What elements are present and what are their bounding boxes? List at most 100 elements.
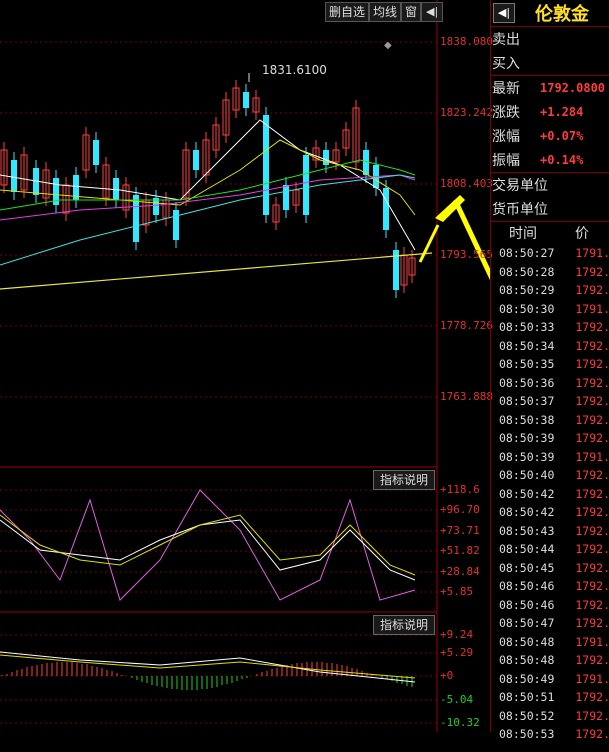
tick-row: 08:50:49 1791. bbox=[491, 670, 609, 689]
collapse-panel-icon[interactable]: ◀| bbox=[421, 2, 444, 22]
quote-value: +0.07% bbox=[540, 129, 584, 143]
indicator2-axis-label: -5.04 bbox=[440, 693, 474, 706]
remove-watchlist-button[interactable]: 删自选 bbox=[325, 2, 370, 22]
annotation-arrow-small bbox=[418, 224, 440, 263]
tick-price: 1792. bbox=[575, 708, 609, 723]
tick-time: 08:50:48 bbox=[499, 653, 555, 668]
tick-row: 08:50:43 1792. bbox=[491, 522, 609, 541]
indicator-help-button[interactable]: 指标说明 bbox=[373, 470, 435, 490]
tick-price: 1792. bbox=[575, 690, 609, 705]
collapse-quote-icon[interactable]: ◀| bbox=[493, 3, 515, 23]
tick-list[interactable]: 08:50:27 1791. 08:50:28 1792. 08:50:29 1792. 0… bbox=[491, 244, 609, 752]
candle-body bbox=[11, 160, 17, 192]
quote-row: 最新 1792.0800 bbox=[491, 75, 609, 100]
quote-row: 货币单位 bbox=[491, 197, 609, 221]
quote-label: 买入 bbox=[492, 56, 520, 72]
quote-panel: ◀| 伦敦金 卖出 买入 最新 1792.0800 涨跌 +1.284 涨幅 +0.07% 振幅… bbox=[490, 0, 609, 741]
quote-row: 涨幅 +0.07% bbox=[491, 124, 609, 148]
tick-time: 08:50:40 bbox=[499, 468, 555, 483]
quote-row: 卖出 bbox=[491, 27, 609, 51]
indicator2-axis-label: -10.32 bbox=[440, 716, 480, 729]
tick-time: 08:50:42 bbox=[499, 505, 555, 520]
quote-header: ◀| 伦敦金 bbox=[491, 0, 609, 27]
kdj-j-line bbox=[0, 489, 416, 601]
tick-row: 08:50:48 1792. bbox=[491, 651, 609, 670]
quote-label: 交易单位 bbox=[492, 178, 548, 194]
candle-body bbox=[243, 92, 249, 108]
moving-average-button[interactable]: 均线 bbox=[369, 2, 402, 22]
tick-time: 08:50:34 bbox=[499, 338, 555, 353]
tick-time: 08:50:48 bbox=[499, 634, 555, 649]
tick-row: 08:50:38 1792. bbox=[491, 411, 609, 430]
tick-row: 08:50:27 1791. bbox=[491, 244, 609, 263]
tick-time: 08:50:35 bbox=[499, 357, 555, 372]
tick-price: 1792. bbox=[575, 727, 609, 742]
candle-body bbox=[383, 188, 389, 230]
price-axis-label: 1808.403 bbox=[440, 177, 493, 190]
tick-price: 1792. bbox=[575, 560, 609, 575]
kdj-k-line bbox=[0, 519, 416, 581]
candle-body bbox=[153, 198, 159, 215]
annotation-arrow-line bbox=[452, 198, 490, 281]
quote-row: 买入 bbox=[491, 51, 609, 75]
indicator2-axis-label: +0 bbox=[440, 669, 454, 682]
quote-value: 1792.0800 bbox=[540, 81, 606, 95]
tick-row: 08:50:52 1792. bbox=[491, 707, 609, 726]
tick-price: 1792. bbox=[575, 597, 609, 612]
tick-price: 1792. bbox=[575, 431, 609, 446]
tick-row: 08:50:36 1792. bbox=[491, 374, 609, 393]
price-axis-label: 1778.726 bbox=[440, 319, 493, 332]
tick-price: 1792. bbox=[575, 394, 609, 409]
price-axis-label: 1823.242 bbox=[440, 106, 493, 119]
indicator1-axis-label: +96.70 bbox=[440, 503, 480, 516]
indicator-help-button[interactable]: 指标说明 bbox=[373, 615, 435, 635]
candle-body bbox=[283, 185, 289, 210]
chart-area[interactable]: 删自选 均线 窗 ◀| ◆ 1831.6100 1838.080 1823.24… bbox=[0, 0, 493, 732]
tick-price: 1792. bbox=[575, 542, 609, 557]
tick-row: 08:50:46 1792. bbox=[491, 596, 609, 615]
tick-time: 08:50:53 bbox=[499, 727, 555, 742]
quote-rows: 卖出 买入 最新 1792.0800 涨跌 +1.284 涨幅 +0.07% 振幅 +0.14% 交… bbox=[491, 27, 609, 221]
tick-price: 1792. bbox=[575, 616, 609, 631]
tick-price: 1792. bbox=[575, 357, 609, 372]
candle-body bbox=[323, 150, 329, 165]
tick-price: 1791. bbox=[575, 634, 609, 649]
tick-row: 08:50:47 1792. bbox=[491, 614, 609, 633]
instrument-title: 伦敦金 bbox=[535, 4, 589, 25]
tick-row: 08:50:28 1792. bbox=[491, 263, 609, 282]
tick-time: 08:50:46 bbox=[499, 579, 555, 594]
tick-price: 1792. bbox=[575, 375, 609, 390]
indicator1-axis-label: +118.6 bbox=[440, 483, 480, 496]
tick-time: 08:50:47 bbox=[499, 616, 555, 631]
quote-label: 卖出 bbox=[492, 32, 520, 48]
tick-time: 08:50:52 bbox=[499, 708, 555, 723]
indicator2-axis-label: +5.29 bbox=[440, 646, 474, 659]
quote-label: 货币单位 bbox=[492, 202, 548, 218]
tick-price: 1792. bbox=[575, 505, 609, 520]
indicator1-axis-label: +73.71 bbox=[440, 524, 480, 537]
tick-time: 08:50:37 bbox=[499, 394, 555, 409]
quote-label: 涨幅 bbox=[492, 129, 520, 145]
tick-time: 08:50:28 bbox=[499, 264, 555, 279]
tick-price: 1792. bbox=[575, 468, 609, 483]
tick-price: 1792. bbox=[575, 579, 609, 594]
window-button[interactable]: 窗 bbox=[401, 2, 422, 22]
tick-time: 08:50:49 bbox=[499, 671, 555, 686]
tick-price: 1792. bbox=[575, 338, 609, 353]
trend-line bbox=[0, 252, 433, 290]
tick-time: 08:50:27 bbox=[499, 246, 555, 261]
quote-row: 涨跌 +1.284 bbox=[491, 100, 609, 124]
tick-price: 1792. bbox=[575, 653, 609, 668]
peak-price-label: 1831.6100 bbox=[262, 63, 327, 77]
candle-body bbox=[93, 140, 99, 165]
tick-row: 08:50:37 1792. bbox=[491, 392, 609, 411]
tick-price: 1791. bbox=[575, 671, 609, 686]
tick-price: 1792. bbox=[575, 283, 609, 298]
indicator1-axis-label: +5.85 bbox=[440, 585, 474, 598]
diamond-marker-icon: ◆ bbox=[384, 40, 392, 51]
indicator1-axis-label: +51.82 bbox=[440, 544, 480, 557]
tick-price-header: 价 bbox=[575, 226, 589, 242]
tick-row: 08:50:48 1791. bbox=[491, 633, 609, 652]
quote-row: 交易单位 bbox=[491, 172, 609, 197]
tick-price: 1791. bbox=[575, 246, 609, 261]
